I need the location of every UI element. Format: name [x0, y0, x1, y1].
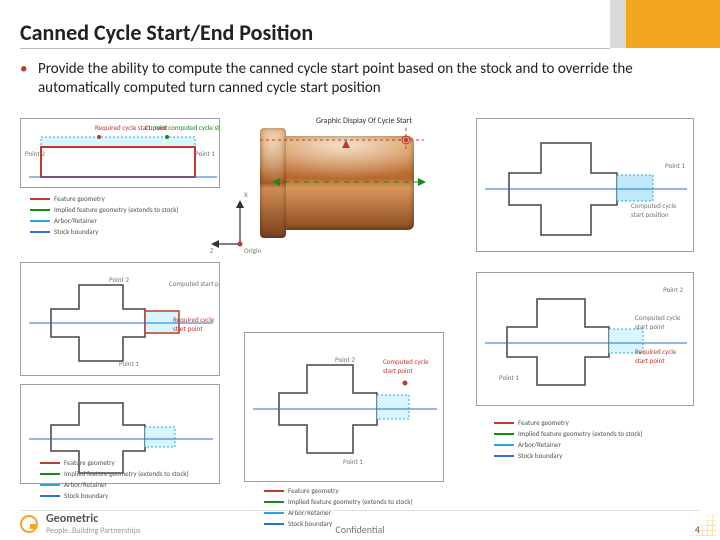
- brand-tagline: People. Building Partnerships: [46, 526, 141, 536]
- diagram-3d-part: [274, 136, 414, 230]
- brand-name: Geometric: [46, 512, 141, 526]
- title-accent: [610, 0, 720, 48]
- panel-top-left: Required cycle start point Current compu…: [20, 118, 220, 188]
- title-underline: [20, 48, 610, 49]
- bullet-text: Provide the ability to compute the canne…: [38, 60, 700, 98]
- slide-footer: Geometric People. Building Partnerships …: [0, 510, 720, 540]
- footer-logo: Geometric People. Building Partnerships: [20, 512, 141, 536]
- legend-top-left: Feature geometry Implied feature geometr…: [30, 194, 179, 238]
- diagram-tl-svg: [21, 119, 220, 188]
- logo-icon: [20, 515, 38, 533]
- panel-mid-left: Point 2 Point 1 Computed start point Req…: [20, 262, 220, 376]
- diagram-grid: Required cycle start point Current compu…: [20, 122, 700, 500]
- legend-right: Feature geometry Implied feature geometr…: [494, 418, 643, 462]
- panel-right-mid: Point 2 Computed cycle start point Requi…: [476, 272, 694, 406]
- center-label: Graphic Display Of Cycle Start: [316, 116, 412, 126]
- corner-pattern: [682, 514, 716, 536]
- slide-body: • Provide the ability to compute the can…: [20, 60, 700, 500]
- slide-title: Canned Cycle Start/End Position: [20, 19, 313, 46]
- panel-top-right: Point 1 Computed cycle start position: [476, 118, 694, 252]
- bullet-1: • Provide the ability to compute the can…: [20, 60, 700, 98]
- legend-bottom-left: Feature geometry Implied feature geometr…: [40, 458, 189, 502]
- panel-bottom-center: Point 2 Point 1 Computed cycle start poi…: [244, 332, 444, 482]
- footer-confidential: Confidential: [335, 523, 384, 536]
- bullet-marker: •: [20, 60, 32, 98]
